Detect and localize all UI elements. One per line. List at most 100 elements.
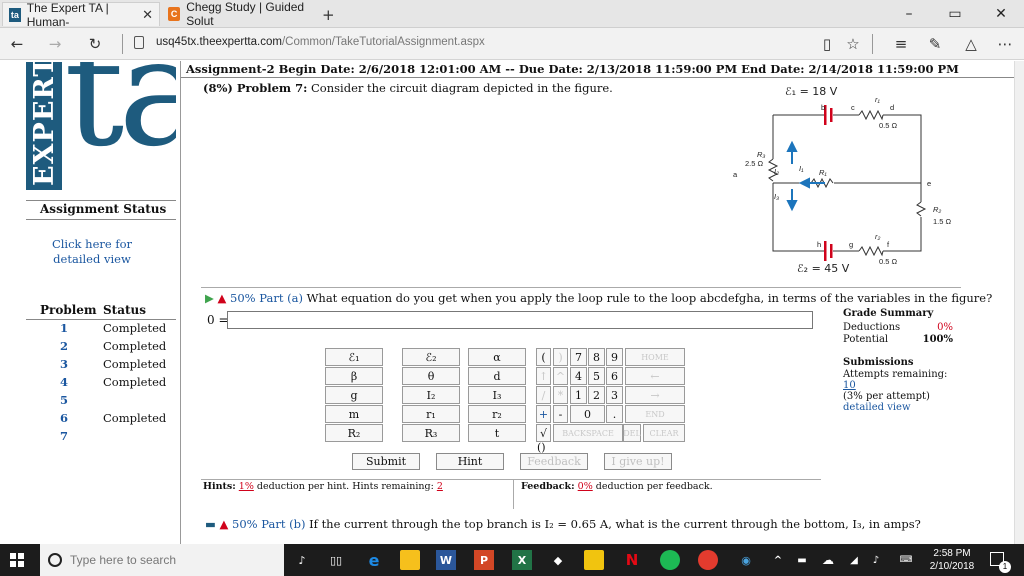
tab-expert-ta[interactable]: ta The Expert TA | Human- ✕ (2, 1, 160, 29)
problem-number[interactable]: 1 (54, 321, 74, 339)
file-explorer-icon[interactable] (400, 550, 420, 570)
problem-number[interactable]: 7 (54, 429, 74, 447)
give-up-button[interactable]: I give up! (604, 453, 672, 470)
tab-chegg[interactable]: C Chegg Study | Guided Solut (162, 0, 322, 28)
problem-number[interactable]: 2 (54, 339, 74, 357)
key-r1[interactable]: r₁ (402, 405, 460, 423)
key-8[interactable]: 8 (588, 348, 605, 366)
problem-row[interactable]: 3 Completed (54, 357, 174, 375)
favorite-star-icon[interactable]: ☆ (840, 32, 866, 56)
part-a-label[interactable]: 50% Part (a) (230, 291, 303, 305)
key-minus[interactable]: - (553, 405, 568, 423)
chrome-icon[interactable] (698, 550, 718, 570)
url-field[interactable]: usq45tx.theexpertta.com/Common/TakeTutor… (156, 36, 485, 48)
volume-icon[interactable]: ♪ (866, 550, 886, 570)
back-icon[interactable]: ← (4, 32, 30, 56)
task-view-icon[interactable]: ▯▯ (326, 550, 346, 570)
detailed-view-link[interactable]: detailed view (843, 402, 953, 413)
defender-icon[interactable]: ◆ (548, 550, 568, 570)
share-icon[interactable]: △ (958, 32, 984, 56)
problem-row[interactable]: 5 (54, 393, 174, 411)
key-t[interactable]: t (468, 424, 526, 442)
key-e1[interactable]: ℰ₁ (325, 348, 383, 366)
key-caret[interactable]: ^ (553, 367, 568, 385)
problem-row[interactable]: 7 (54, 429, 174, 447)
problem-row[interactable]: 2 Completed (54, 339, 174, 357)
key-clear[interactable]: CLEAR (643, 424, 685, 442)
key-decimal[interactable]: . (606, 405, 623, 423)
key-open-paren[interactable]: ( (536, 348, 551, 366)
hub-icon[interactable]: ≡ (888, 32, 914, 56)
problem-number[interactable]: 4 (54, 375, 74, 393)
key-i3[interactable]: I₃ (468, 386, 526, 404)
key-g[interactable]: g (325, 386, 383, 404)
key-home[interactable]: HOME (625, 348, 685, 366)
key-4[interactable]: 4 (570, 367, 587, 385)
key-9[interactable]: 9 (606, 348, 623, 366)
problem-row[interactable]: 1 Completed (54, 321, 174, 339)
clock[interactable]: 2:58 PM 2/10/2018 (924, 547, 980, 573)
key-2[interactable]: 2 (588, 386, 605, 404)
excel-icon[interactable]: X (512, 550, 532, 570)
tray-expand-icon[interactable]: ^ (768, 550, 788, 570)
wifi-icon[interactable]: ◢ (844, 550, 864, 570)
minimize-icon[interactable]: – (886, 0, 932, 28)
key-i2[interactable]: I₂ (402, 386, 460, 404)
key-left[interactable]: ← (625, 367, 685, 385)
forward-icon[interactable]: → (42, 32, 68, 56)
problem-number[interactable]: 5 (54, 393, 74, 411)
part-b-label[interactable]: 50% Part (b) (232, 517, 305, 531)
problem-number[interactable]: 3 (54, 357, 74, 375)
maximize-icon[interactable]: ▭ (932, 0, 978, 28)
app-icon[interactable]: ◉ (736, 550, 756, 570)
key-theta[interactable]: θ (402, 367, 460, 385)
submit-button[interactable]: Submit (352, 453, 420, 470)
microphone-icon[interactable]: ♪ (292, 550, 312, 570)
key-e2[interactable]: ℰ₂ (402, 348, 460, 366)
key-multiply[interactable]: * (553, 386, 568, 404)
reading-view-icon[interactable]: ▯ (814, 32, 840, 56)
feedback-button[interactable]: Feedback (520, 453, 588, 470)
answer-input[interactable] (227, 311, 813, 329)
keyboard-icon[interactable]: ⌨ (896, 550, 916, 570)
detailed-view-link[interactable]: Click here for detailed view (42, 237, 142, 267)
windows-start-icon[interactable] (10, 553, 24, 567)
key-sqrt[interactable]: √ (536, 424, 551, 442)
web-note-icon[interactable]: ✎ (922, 32, 948, 56)
key-r2[interactable]: r₂ (468, 405, 526, 423)
refresh-icon[interactable]: ↻ (82, 32, 108, 56)
expand-arrow-icon[interactable]: ▶ (205, 291, 214, 305)
key-divide[interactable]: / (536, 386, 551, 404)
key-R3[interactable]: R₃ (402, 424, 460, 442)
taskbar-search[interactable]: Type here to search (40, 544, 284, 576)
spotify-icon[interactable] (660, 550, 680, 570)
collapse-icon[interactable]: ▬ (205, 517, 216, 531)
key-3[interactable]: 3 (606, 386, 623, 404)
word-icon[interactable]: W (436, 550, 456, 570)
powerpoint-icon[interactable]: P (474, 550, 494, 570)
problem-number[interactable]: 6 (54, 411, 74, 429)
page-scrollbar[interactable] (1014, 61, 1024, 544)
key-end[interactable]: END (625, 405, 685, 423)
onedrive-icon[interactable]: ☁ (818, 550, 838, 570)
netflix-icon[interactable]: N (622, 550, 642, 570)
more-icon[interactable]: ⋯ (992, 32, 1018, 56)
close-window-icon[interactable]: ✕ (978, 0, 1024, 28)
key-6[interactable]: 6 (606, 367, 623, 385)
key-del[interactable]: DEL (623, 424, 641, 442)
key-0[interactable]: 0 (570, 405, 605, 423)
key-plus[interactable]: + (536, 405, 551, 423)
key-beta[interactable]: β (325, 367, 383, 385)
key-right[interactable]: → (625, 386, 685, 404)
close-tab-icon[interactable]: ✕ (142, 7, 153, 23)
edge-icon[interactable]: e (364, 550, 384, 570)
key-1[interactable]: 1 (570, 386, 587, 404)
problem-row[interactable]: 6 Completed (54, 411, 174, 429)
problem-row[interactable]: 4 Completed (54, 375, 174, 393)
key-backspace[interactable]: BACKSPACE (553, 424, 623, 442)
key-alpha[interactable]: α (468, 348, 526, 366)
key-5[interactable]: 5 (588, 367, 605, 385)
explorer-folder-icon[interactable] (584, 550, 604, 570)
key-close-paren[interactable]: ) (553, 348, 568, 366)
key-up[interactable]: ↑ (536, 367, 551, 385)
